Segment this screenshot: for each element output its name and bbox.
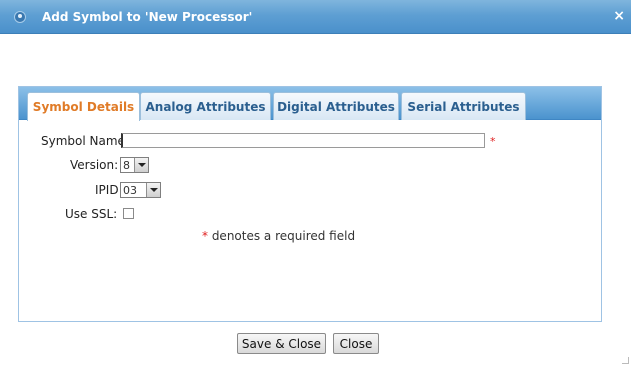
tab-panel: Symbol Details Analog Attributes Digital… (18, 86, 602, 322)
chevron-down-icon (134, 158, 148, 172)
tab-digital-attributes[interactable]: Digital Attributes (273, 92, 399, 120)
ipid-select[interactable]: 03 (120, 182, 161, 198)
required-star: * (490, 135, 496, 148)
note-text: denotes a required field (208, 229, 356, 243)
dialog-titlebar: Add Symbol to 'New Processor' × (0, 0, 631, 34)
use-ssl-label: Use SSL: (65, 207, 118, 221)
tab-analog-attributes[interactable]: Analog Attributes (140, 92, 271, 120)
resize-grip[interactable] (622, 357, 629, 364)
symbol-name-label: Symbol Name (41, 134, 125, 148)
ipid-label: IPID (95, 183, 119, 197)
close-icon[interactable]: × (613, 8, 625, 24)
tab-serial-attributes[interactable]: Serial Attributes (401, 92, 526, 120)
symbol-name-input[interactable] (121, 133, 485, 148)
tab-strip: Symbol Details Analog Attributes Digital… (19, 87, 601, 121)
dialog-title: Add Symbol to 'New Processor' (42, 10, 253, 24)
ipid-value: 03 (123, 183, 137, 197)
version-select[interactable]: 8 (120, 157, 149, 173)
version-value: 8 (123, 158, 130, 172)
use-ssl-checkbox[interactable] (123, 208, 134, 219)
close-button[interactable]: Close (333, 333, 379, 354)
chevron-down-icon (146, 183, 160, 197)
tab-symbol-details[interactable]: Symbol Details (27, 92, 140, 121)
required-field-note: * denotes a required field (202, 229, 355, 243)
version-label: Version: (70, 158, 119, 172)
dialog-icon (14, 11, 26, 23)
save-close-button[interactable]: Save & Close (237, 333, 326, 354)
